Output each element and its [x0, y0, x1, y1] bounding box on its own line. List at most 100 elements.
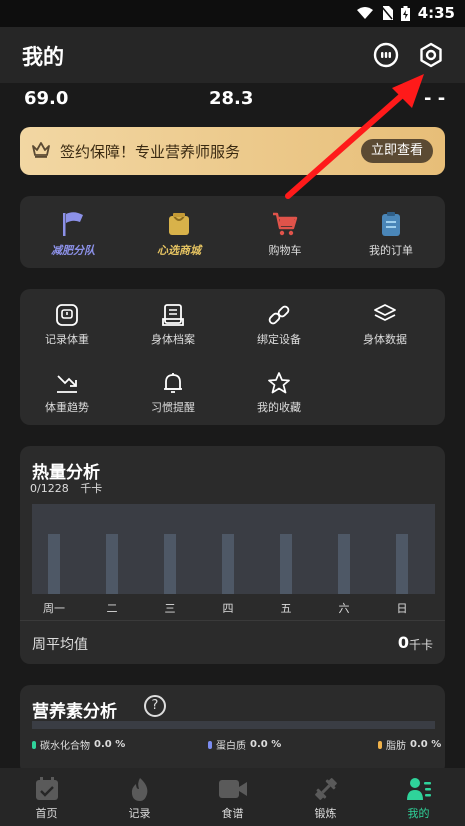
- shortcut-weightloss-team[interactable]: 减肥分队: [20, 210, 126, 258]
- nutrition-title: 营养素分析: [32, 702, 117, 722]
- link-icon: [268, 305, 290, 325]
- chart-x-tick: 四: [222, 602, 234, 615]
- fat-dot: [378, 740, 382, 749]
- chart-bar: [338, 534, 350, 594]
- status-bar: 4:35: [0, 0, 465, 27]
- shortcut-label: 购物车: [268, 244, 302, 257]
- chart-x-tick: 六: [338, 602, 350, 615]
- chart-x-tick: 三: [164, 602, 176, 615]
- tool-label: 我的收藏: [257, 401, 301, 414]
- tab-label: 首页: [35, 807, 58, 820]
- flame-icon: [131, 778, 147, 801]
- nutrient-label: 碳水化合物: [40, 741, 90, 752]
- calorie-unit: 千卡: [80, 482, 103, 495]
- tool-habit-reminder[interactable]: 习惯提醒: [120, 371, 226, 415]
- tool-record-weight[interactable]: 记录体重: [14, 303, 120, 347]
- calendar-icon: [35, 777, 58, 800]
- no-sim-icon: [381, 6, 393, 20]
- nutrition-bar: [32, 721, 435, 729]
- chart-bar: [164, 534, 176, 594]
- calorie-card: 热量分析 0/1228 千卡 周平均值 0 千卡 周一二三四五六日: [20, 446, 445, 664]
- tab-record[interactable]: 记录: [93, 768, 186, 826]
- tool-weight-trend[interactable]: 体重趋势: [14, 371, 120, 415]
- calorie-summary-value: 0/1228: [30, 482, 69, 495]
- nutrition-card: 营养素分析 ? 碳水化合物 0.0 % 蛋白质 0.0 % 脂肪 0.0 %: [20, 685, 445, 775]
- weight-value: 69.0: [24, 88, 69, 109]
- nutrient-fat: 脂肪 0.0 %: [378, 737, 441, 752]
- battery-icon: [400, 5, 410, 21]
- nutrient-label: 蛋白质: [216, 741, 246, 752]
- flag-icon: [63, 212, 83, 236]
- calorie-summary: 0/1228 千卡: [30, 480, 102, 496]
- vip-text: 签约保障！专业营养师服务: [60, 143, 241, 161]
- tool-body-data[interactable]: 身体数据: [332, 303, 438, 347]
- dumbbell-icon: [314, 778, 337, 800]
- tools-card: 记录体重 身体档案 绑定设备 身体数据 体重趋势 习惯提醒 我的收藏: [20, 289, 445, 425]
- bottom-tab-bar: 首页 记录 食谱 锻炼 我的: [0, 768, 465, 826]
- nutrient-value: 0.0 %: [250, 739, 282, 750]
- tab-label: 食谱: [221, 807, 244, 820]
- tool-bind-device[interactable]: 绑定设备: [226, 303, 332, 347]
- weekly-average-unit: 千卡: [408, 638, 433, 652]
- divider: [20, 620, 445, 621]
- bell-icon: [164, 373, 182, 393]
- protein-dot: [208, 740, 212, 749]
- status-time: 4:35: [417, 4, 455, 22]
- view-now-button[interactable]: 立即查看: [361, 139, 433, 163]
- nutrient-label: 脂肪: [386, 741, 406, 752]
- cart-icon: [273, 212, 298, 236]
- nutrient-value: 0.0 %: [94, 739, 126, 750]
- carbs-dot: [32, 740, 36, 749]
- chart-bar: [280, 534, 292, 594]
- tool-label: 身体档案: [151, 333, 195, 346]
- tool-label: 绑定设备: [257, 333, 301, 346]
- weekly-average-value: 0: [397, 633, 409, 652]
- vip-banner[interactable]: 签约保障！专业营养师服务 立即查看: [20, 127, 445, 175]
- body-stats: 69.0 28.3 - -: [0, 86, 465, 114]
- tab-label: 记录: [128, 807, 151, 820]
- shortcut-label: 我的订单: [369, 244, 413, 257]
- bmi-value: 28.3: [209, 88, 254, 109]
- shortcut-orders[interactable]: 我的订单: [338, 210, 444, 258]
- weekly-average-label: 周平均值: [32, 637, 88, 653]
- order-icon: [382, 212, 400, 236]
- tool-label: 体重趋势: [45, 401, 89, 414]
- tool-label: 身体数据: [363, 333, 407, 346]
- tab-home[interactable]: 首页: [0, 768, 93, 826]
- help-icon[interactable]: ?: [144, 695, 166, 717]
- tab-label: 锻炼: [314, 807, 337, 820]
- chart-bar: [396, 534, 408, 594]
- nutrient-value: 0.0 %: [410, 739, 442, 750]
- app-header: 我的: [0, 27, 465, 83]
- trend-down-icon: [57, 375, 77, 393]
- profile-icon: [406, 778, 431, 800]
- crown-icon: [32, 142, 50, 158]
- chart-bar: [222, 534, 234, 594]
- chart-x-tick: 日: [396, 602, 408, 615]
- scale-icon: [56, 304, 78, 326]
- tab-label: 我的: [407, 807, 430, 820]
- tool-label: 记录体重: [45, 333, 89, 346]
- tool-body-file[interactable]: 身体档案: [120, 303, 226, 347]
- message-icon[interactable]: [372, 41, 400, 69]
- extra-value: - -: [424, 88, 446, 109]
- file-icon: [162, 304, 184, 326]
- wifi-icon: [356, 7, 373, 19]
- chart-x-tick: 周一: [43, 602, 65, 615]
- shop-bag-icon: [169, 213, 189, 235]
- tool-label: 习惯提醒: [151, 401, 195, 414]
- settings-icon[interactable]: [417, 41, 445, 69]
- layers-icon: [374, 304, 396, 321]
- shortcut-cart[interactable]: 购物车: [232, 210, 338, 258]
- shortcut-mall[interactable]: 心选商城: [126, 210, 232, 258]
- shortcut-label: 减肥分队: [51, 244, 95, 257]
- chart-bar: [106, 534, 118, 594]
- tab-mine[interactable]: 我的: [372, 768, 465, 826]
- tab-workout[interactable]: 锻炼: [279, 768, 372, 826]
- tool-favorites[interactable]: 我的收藏: [226, 371, 332, 415]
- nutrient-protein: 蛋白质 0.0 %: [208, 737, 281, 752]
- chart-x-tick: 五: [280, 602, 292, 615]
- nutrient-carbs: 碳水化合物 0.0 %: [32, 737, 125, 752]
- calorie-chart: [32, 504, 435, 594]
- tab-recipes[interactable]: 食谱: [186, 768, 279, 826]
